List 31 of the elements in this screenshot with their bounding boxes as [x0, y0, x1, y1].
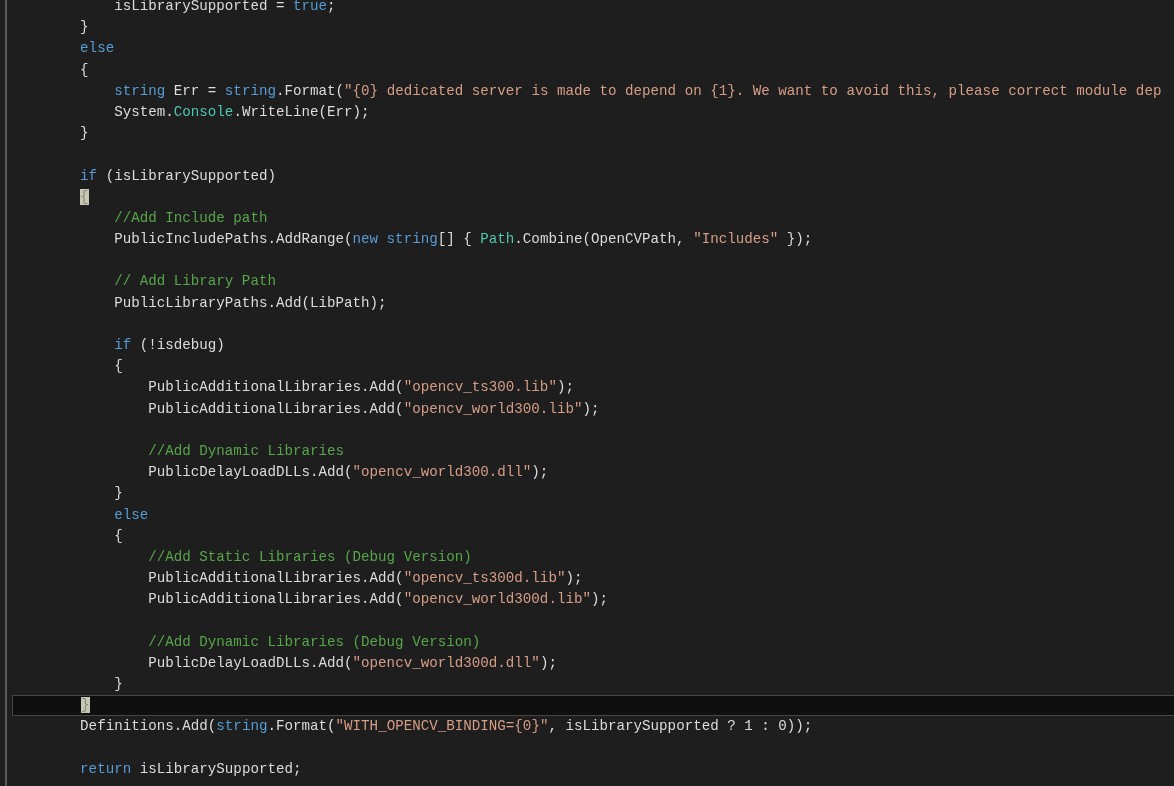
- code-line: else: [113, 505, 150, 525]
- code-line: Definitions.Add(string.Format("WITH_OPENCV_BINDING={0}", isLibrarySupported ? 1 : 0));: [79, 717, 814, 737]
- code-line: return isLibrarySupported;: [79, 759, 303, 779]
- code-line: PublicLibraryPaths.Add(LibPath);: [113, 293, 388, 313]
- code-line: PublicAdditionalLibraries.Add("opencv_ts300d.lib");: [147, 569, 584, 589]
- code-line: PublicAdditionalLibraries.Add("opencv_world300.lib");: [147, 399, 601, 419]
- code-line: {: [113, 526, 124, 546]
- code-line: PublicAdditionalLibraries.Add("opencv_ts300.lib");: [147, 378, 575, 398]
- code-line: string Err = string.Format("{0} dedicated server is made to depend on {1}. We want to avoid this, please correct module dep: [113, 81, 1163, 101]
- code-line: //Add Include path: [113, 208, 269, 228]
- code-line: //Add Dynamic Libraries: [147, 441, 346, 461]
- code-line: }: [113, 675, 124, 694]
- code-line: isLibrarySupported = true;: [113, 0, 337, 16]
- code-line: //Add Dynamic Libraries (Debug Version): [147, 632, 482, 652]
- code-line: }: [113, 484, 124, 504]
- code-line: // Add Library Path: [113, 272, 277, 292]
- matched-brace: }: [81, 697, 90, 714]
- code-line: }: [79, 124, 90, 144]
- code-line: {: [113, 357, 124, 377]
- code-line: System.Console.WriteLine(Err);: [113, 102, 371, 122]
- code-line: PublicDelayLoadDLLs.Add("opencv_world300.dll");: [147, 463, 550, 483]
- code-line: if (!isdebug): [113, 336, 226, 355]
- code-line: }: [79, 18, 90, 38]
- code-line: PublicAdditionalLibraries.Add("opencv_world300d.lib");: [147, 590, 609, 610]
- code-line: //Add Static Libraries (Debug Version): [147, 547, 473, 567]
- code-line: {: [79, 60, 90, 80]
- code-line: PublicDelayLoadDLLs.Add("opencv_world300d.dll");: [147, 653, 558, 673]
- code-line: if (isLibrarySupported): [79, 166, 277, 186]
- code-line: else: [79, 39, 116, 59]
- code-line: PublicIncludePaths.AddRange(new string[] { Path.Combine(OpenCVPath, "Includes" });: [113, 230, 814, 250]
- matched-brace: {: [80, 188, 89, 205]
